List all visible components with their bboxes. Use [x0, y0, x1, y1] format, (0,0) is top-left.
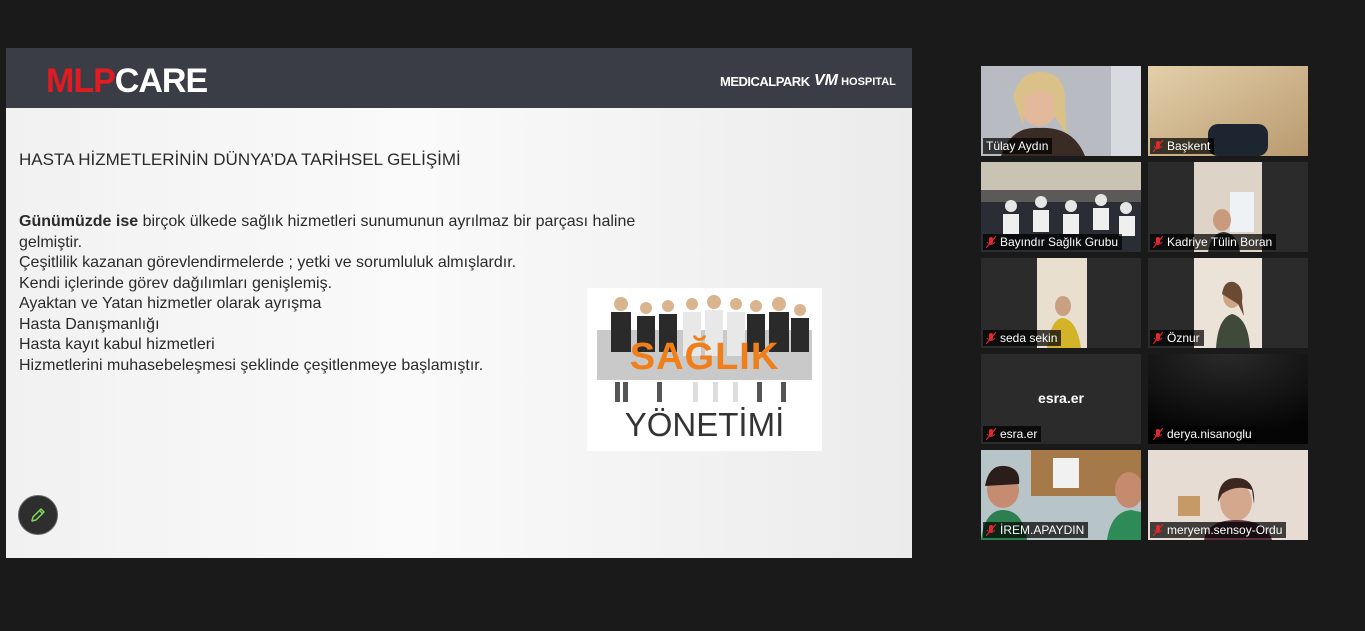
- annotate-button[interactable]: [18, 495, 58, 535]
- saglik-yonetimi-image: SAĞLIK YÖNETİMİ: [587, 288, 822, 451]
- image-word-yonetimi: YÖNETİMİ: [624, 406, 785, 443]
- slide-lead-paragraph: Günümüzde ise birçok ülkede sağlık hizme…: [19, 213, 636, 251]
- participant-tile[interactable]: Kadriye Tülin Boran: [1148, 162, 1308, 252]
- muted-mic-icon: [1153, 428, 1163, 440]
- participant-name-label: Kadriye Tülin Boran: [1150, 234, 1277, 250]
- muted-mic-icon: [986, 332, 996, 344]
- muted-mic-icon: [1153, 332, 1163, 344]
- slide-header: MLPCARE MEDICALPARK VM HOSPITAL: [6, 48, 912, 108]
- participant-tile[interactable]: İREM.APAYDIN: [981, 450, 1141, 540]
- participant-tile[interactable]: Başkent: [1148, 66, 1308, 156]
- participant-tile[interactable]: seda sekin: [981, 258, 1141, 348]
- participant-name-label: İREM.APAYDIN: [983, 522, 1089, 538]
- shared-screen: MLPCARE MEDICALPARK VM HOSPITAL HASTA Hİ…: [6, 48, 912, 558]
- participant-placeholder-name: esra.er: [1038, 390, 1084, 406]
- medicalpark-logo: MEDICALPARK: [720, 74, 810, 89]
- participant-name-label: Tülay Aydın: [983, 138, 1053, 154]
- participant-tile[interactable]: Tülay Aydın: [981, 66, 1141, 156]
- muted-mic-icon: [1153, 236, 1163, 248]
- participant-tile[interactable]: esra.er esra.er: [981, 354, 1141, 444]
- participant-tile[interactable]: derya.nisanoglu: [1148, 354, 1308, 444]
- muted-mic-icon: [1153, 524, 1163, 536]
- muted-mic-icon: [1153, 140, 1163, 152]
- mlpcare-logo: MLPCARE: [46, 62, 208, 100]
- participant-name-label: meryem.sensoy-Ordu: [1150, 522, 1287, 538]
- participant-name-label: seda sekin: [983, 330, 1062, 346]
- muted-mic-icon: [986, 236, 996, 248]
- muted-mic-icon: [986, 428, 996, 440]
- image-word-saglik: SAĞLIK: [629, 336, 780, 378]
- participant-tile[interactable]: Bayındır Sağlık Grubu: [981, 162, 1141, 252]
- muted-mic-icon: [986, 524, 996, 536]
- participant-name-label: Başkent: [1150, 138, 1215, 154]
- participant-name-label: Bayındır Sağlık Grubu: [983, 234, 1123, 250]
- slide-title: HASTA HİZMETLERİNİN DÜNYA’DA TARİHSEL GE…: [19, 150, 461, 169]
- slide-line: Çeşitlilik kazanan görevlendirmelerde ; …: [19, 254, 517, 271]
- participant-name-label: Öznur: [1150, 330, 1204, 346]
- vm-hospital-logo: VM HOSPITAL: [814, 72, 896, 89]
- participant-name-label: derya.nisanoglu: [1150, 426, 1256, 442]
- participant-tile[interactable]: meryem.sensoy-Ordu: [1148, 450, 1308, 540]
- participant-name-label: esra.er: [983, 426, 1042, 442]
- participant-tile[interactable]: Öznur: [1148, 258, 1308, 348]
- pencil-icon: [31, 508, 45, 522]
